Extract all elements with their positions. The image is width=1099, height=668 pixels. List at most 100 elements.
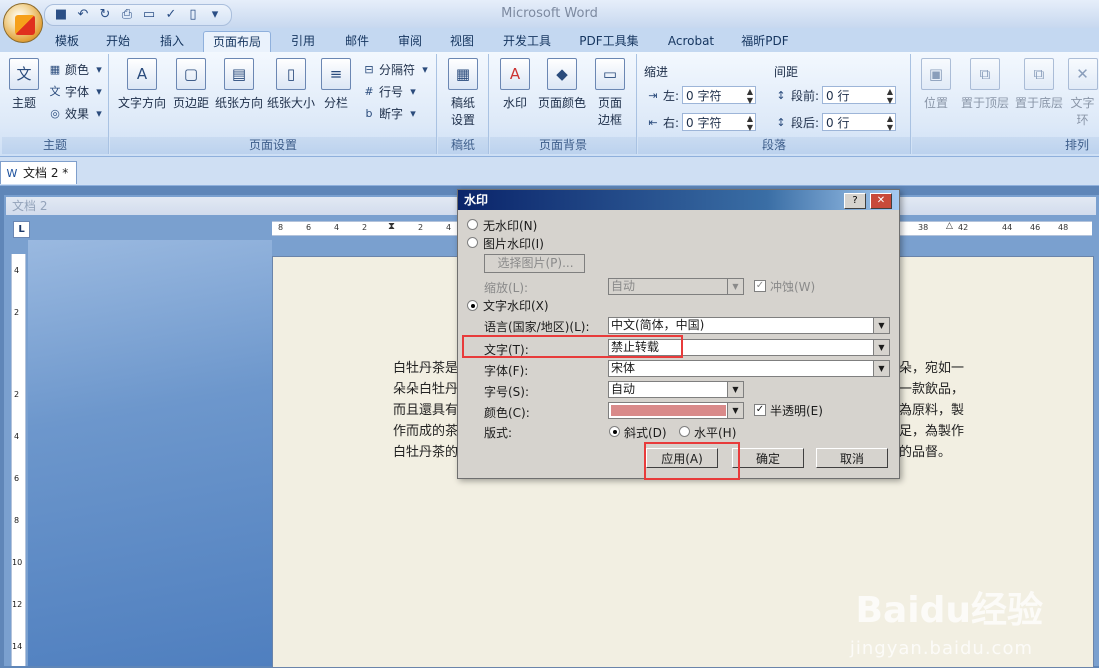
watermark-button[interactable]: A 水印 (498, 58, 532, 111)
washout-checkbox[interactable]: ✓ (754, 280, 766, 292)
select-picture-button[interactable]: 选择图片(P)... (484, 254, 585, 273)
dialog-title-bar: 水印 (458, 190, 899, 210)
theme-fonts-button[interactable]: 文字体 ▾ (48, 83, 106, 100)
theme-button[interactable]: 文 主题 (6, 58, 42, 111)
text-direction-button[interactable]: A 文字方向 (116, 58, 168, 111)
group-label: 页面设置 (110, 137, 436, 154)
horizontal-radio[interactable] (679, 426, 690, 437)
close-button[interactable]: ✕ (870, 193, 892, 209)
picture-watermark-radio[interactable] (467, 237, 478, 248)
indent-right: ⇤ 右: 0 字符 ▲ ▼ (646, 113, 757, 132)
tab-mailings[interactable]: 邮件 (335, 31, 379, 52)
tab-insert[interactable]: 插入 (150, 31, 194, 52)
indent-left-input[interactable]: 0 字符 ▲ ▼ (682, 86, 757, 105)
page-borders-label: 页面边框 (597, 96, 622, 127)
font-dropdown[interactable]: 宋体 ▼ (608, 360, 890, 377)
ribbon-tabs: 模板 开始 插入 页面布局 引用 邮件 审阅 视图 开发工具 PDF工具集 Ac… (0, 28, 1099, 53)
breaks-button[interactable]: ⊟ 分隔符 ▾ (362, 61, 432, 78)
send-back-button[interactable]: ⧉ 置于底层 (1012, 58, 1066, 111)
washout-label: 冲蚀(W) (770, 280, 816, 294)
page-borders-button[interactable]: ▭ 页面边框 (592, 58, 628, 128)
vertical-ruler[interactable]: 4 2 2 4 6 8 10 12 14 (11, 254, 26, 666)
ruler-tick-label: 2 (14, 390, 20, 399)
chevron-down-icon: ▼ (873, 318, 889, 333)
app-title: Microsoft Word (501, 6, 598, 21)
help-button[interactable]: ? (844, 193, 866, 209)
page-color-label: 页面颜色 (537, 96, 586, 110)
theme-effects-button[interactable]: ◎ 效果 ▾ (48, 105, 106, 122)
tab-review[interactable]: 审阅 (388, 31, 432, 52)
right-indent-marker-icon[interactable]: △ (946, 221, 953, 231)
diagonal-radio[interactable] (609, 426, 620, 437)
layout-label: 版式: (484, 426, 513, 440)
text-wrap-button[interactable]: ✕ 文字环 (1066, 58, 1099, 128)
paper-setup-button[interactable]: ▦ 稿纸设置 (446, 58, 480, 128)
ruler-tick-label: 4 (14, 266, 20, 275)
tab-view[interactable]: 视图 (440, 31, 484, 52)
ruler-tick-label: 48 (1058, 223, 1069, 232)
indent-right-icon: ⇤ (648, 115, 658, 129)
ruler-tick-label: 14 (12, 642, 23, 651)
spin-arrows-icon[interactable]: ▲ ▼ (747, 87, 753, 105)
spacing-after-value: 0 行 (826, 116, 850, 130)
page-color-button[interactable]: ◆ 页面颜色 (536, 58, 588, 111)
color-dropdown[interactable]: ▼ (608, 402, 744, 419)
bring-front-button[interactable]: ⧉ 置于顶层 (958, 58, 1012, 111)
line-numbers-button[interactable]: # 行号 ▾ (362, 83, 420, 100)
body-text-line: 白牡丹茶是 (393, 361, 459, 376)
ruler-tick-label: 42 (958, 223, 969, 232)
spin-arrows-icon[interactable]: ▲ ▼ (747, 114, 753, 132)
tab-acrobat[interactable]: Acrobat (660, 31, 722, 52)
orientation-button[interactable]: ▤ 纸张方向 (214, 58, 264, 111)
tab-home[interactable]: 开始 (98, 31, 138, 52)
ok-button[interactable]: 确定 (732, 448, 804, 468)
tab-selector-icon[interactable]: L (13, 221, 30, 238)
no-watermark-label: 无水印(N) (483, 219, 538, 233)
ruler-tick-label: 12 (12, 600, 23, 609)
semitransparent-checkbox[interactable]: ✓ (754, 404, 766, 416)
margins-button[interactable]: ▢ 页边距 (170, 58, 212, 111)
language-dropdown[interactable]: 中文(简体，中国) ▼ (608, 317, 890, 334)
document-tab[interactable]: W 文档 2 * (0, 161, 78, 184)
tab-template[interactable]: 模板 (48, 31, 86, 52)
word-document-icon: W (6, 166, 18, 180)
columns-button[interactable]: ≡ 分栏 (318, 58, 354, 111)
spacing-after-input[interactable]: 0 行 ▲ ▼ (822, 113, 897, 132)
text-watermark-radio[interactable] (467, 300, 478, 311)
office-button[interactable] (3, 3, 43, 43)
scale-dropdown[interactable]: 自动 ▼ (608, 278, 744, 295)
position-icon: ▣ (921, 58, 951, 90)
indent-right-value: 0 字符 (686, 116, 722, 130)
size-dropdown[interactable]: 自动 ▼ (608, 381, 744, 398)
size-button[interactable]: ▯ 纸张大小 (266, 58, 316, 111)
page-color-icon: ◆ (547, 58, 577, 90)
spacing-before-input[interactable]: 0 行 ▲ ▼ (822, 86, 897, 105)
tab-developer[interactable]: 开发工具 (495, 31, 559, 52)
indent-right-input[interactable]: 0 字符 ▲ ▼ (682, 113, 757, 132)
cancel-button[interactable]: 取消 (816, 448, 888, 468)
bring-front-label: 置于顶层 (960, 96, 1009, 110)
group-label: 主题 (2, 137, 108, 154)
tab-page-layout[interactable]: 页面布局 (203, 31, 271, 53)
font-value: 宋体 (611, 361, 636, 375)
spin-arrows-icon[interactable]: ▲ ▼ (887, 114, 893, 132)
fonts-icon: 文 (49, 85, 61, 98)
no-watermark-radio[interactable] (467, 219, 478, 230)
indent-left-label: 左: (663, 88, 680, 103)
tab-references[interactable]: 引用 (281, 31, 325, 52)
indent-right-label: 右: (663, 115, 680, 130)
spin-arrows-icon[interactable]: ▲ ▼ (887, 87, 893, 105)
baidu-watermark-logo: Baidu经验 (855, 590, 1043, 631)
columns-icon: ≡ (321, 58, 351, 90)
hyphenation-button[interactable]: b 断字 ▾ (362, 105, 420, 122)
theme-colors-button[interactable]: ▦ 颜色 ▾ (48, 61, 106, 78)
position-button[interactable]: ▣ 位置 (916, 58, 956, 111)
body-text-line: 白牡丹茶的 (393, 445, 459, 460)
indent-marker-icon[interactable]: ⧗ (388, 221, 395, 232)
indent-left-icon: ⇥ (648, 88, 658, 102)
chevron-down-icon: ▾ (410, 85, 416, 98)
tab-pdf-tools[interactable]: PDF工具集 (573, 31, 645, 52)
dialog-title: 水印 (464, 193, 489, 207)
chevron-down-icon: ▾ (96, 85, 102, 98)
tab-foxit-pdf[interactable]: 福昕PDF (734, 31, 796, 52)
